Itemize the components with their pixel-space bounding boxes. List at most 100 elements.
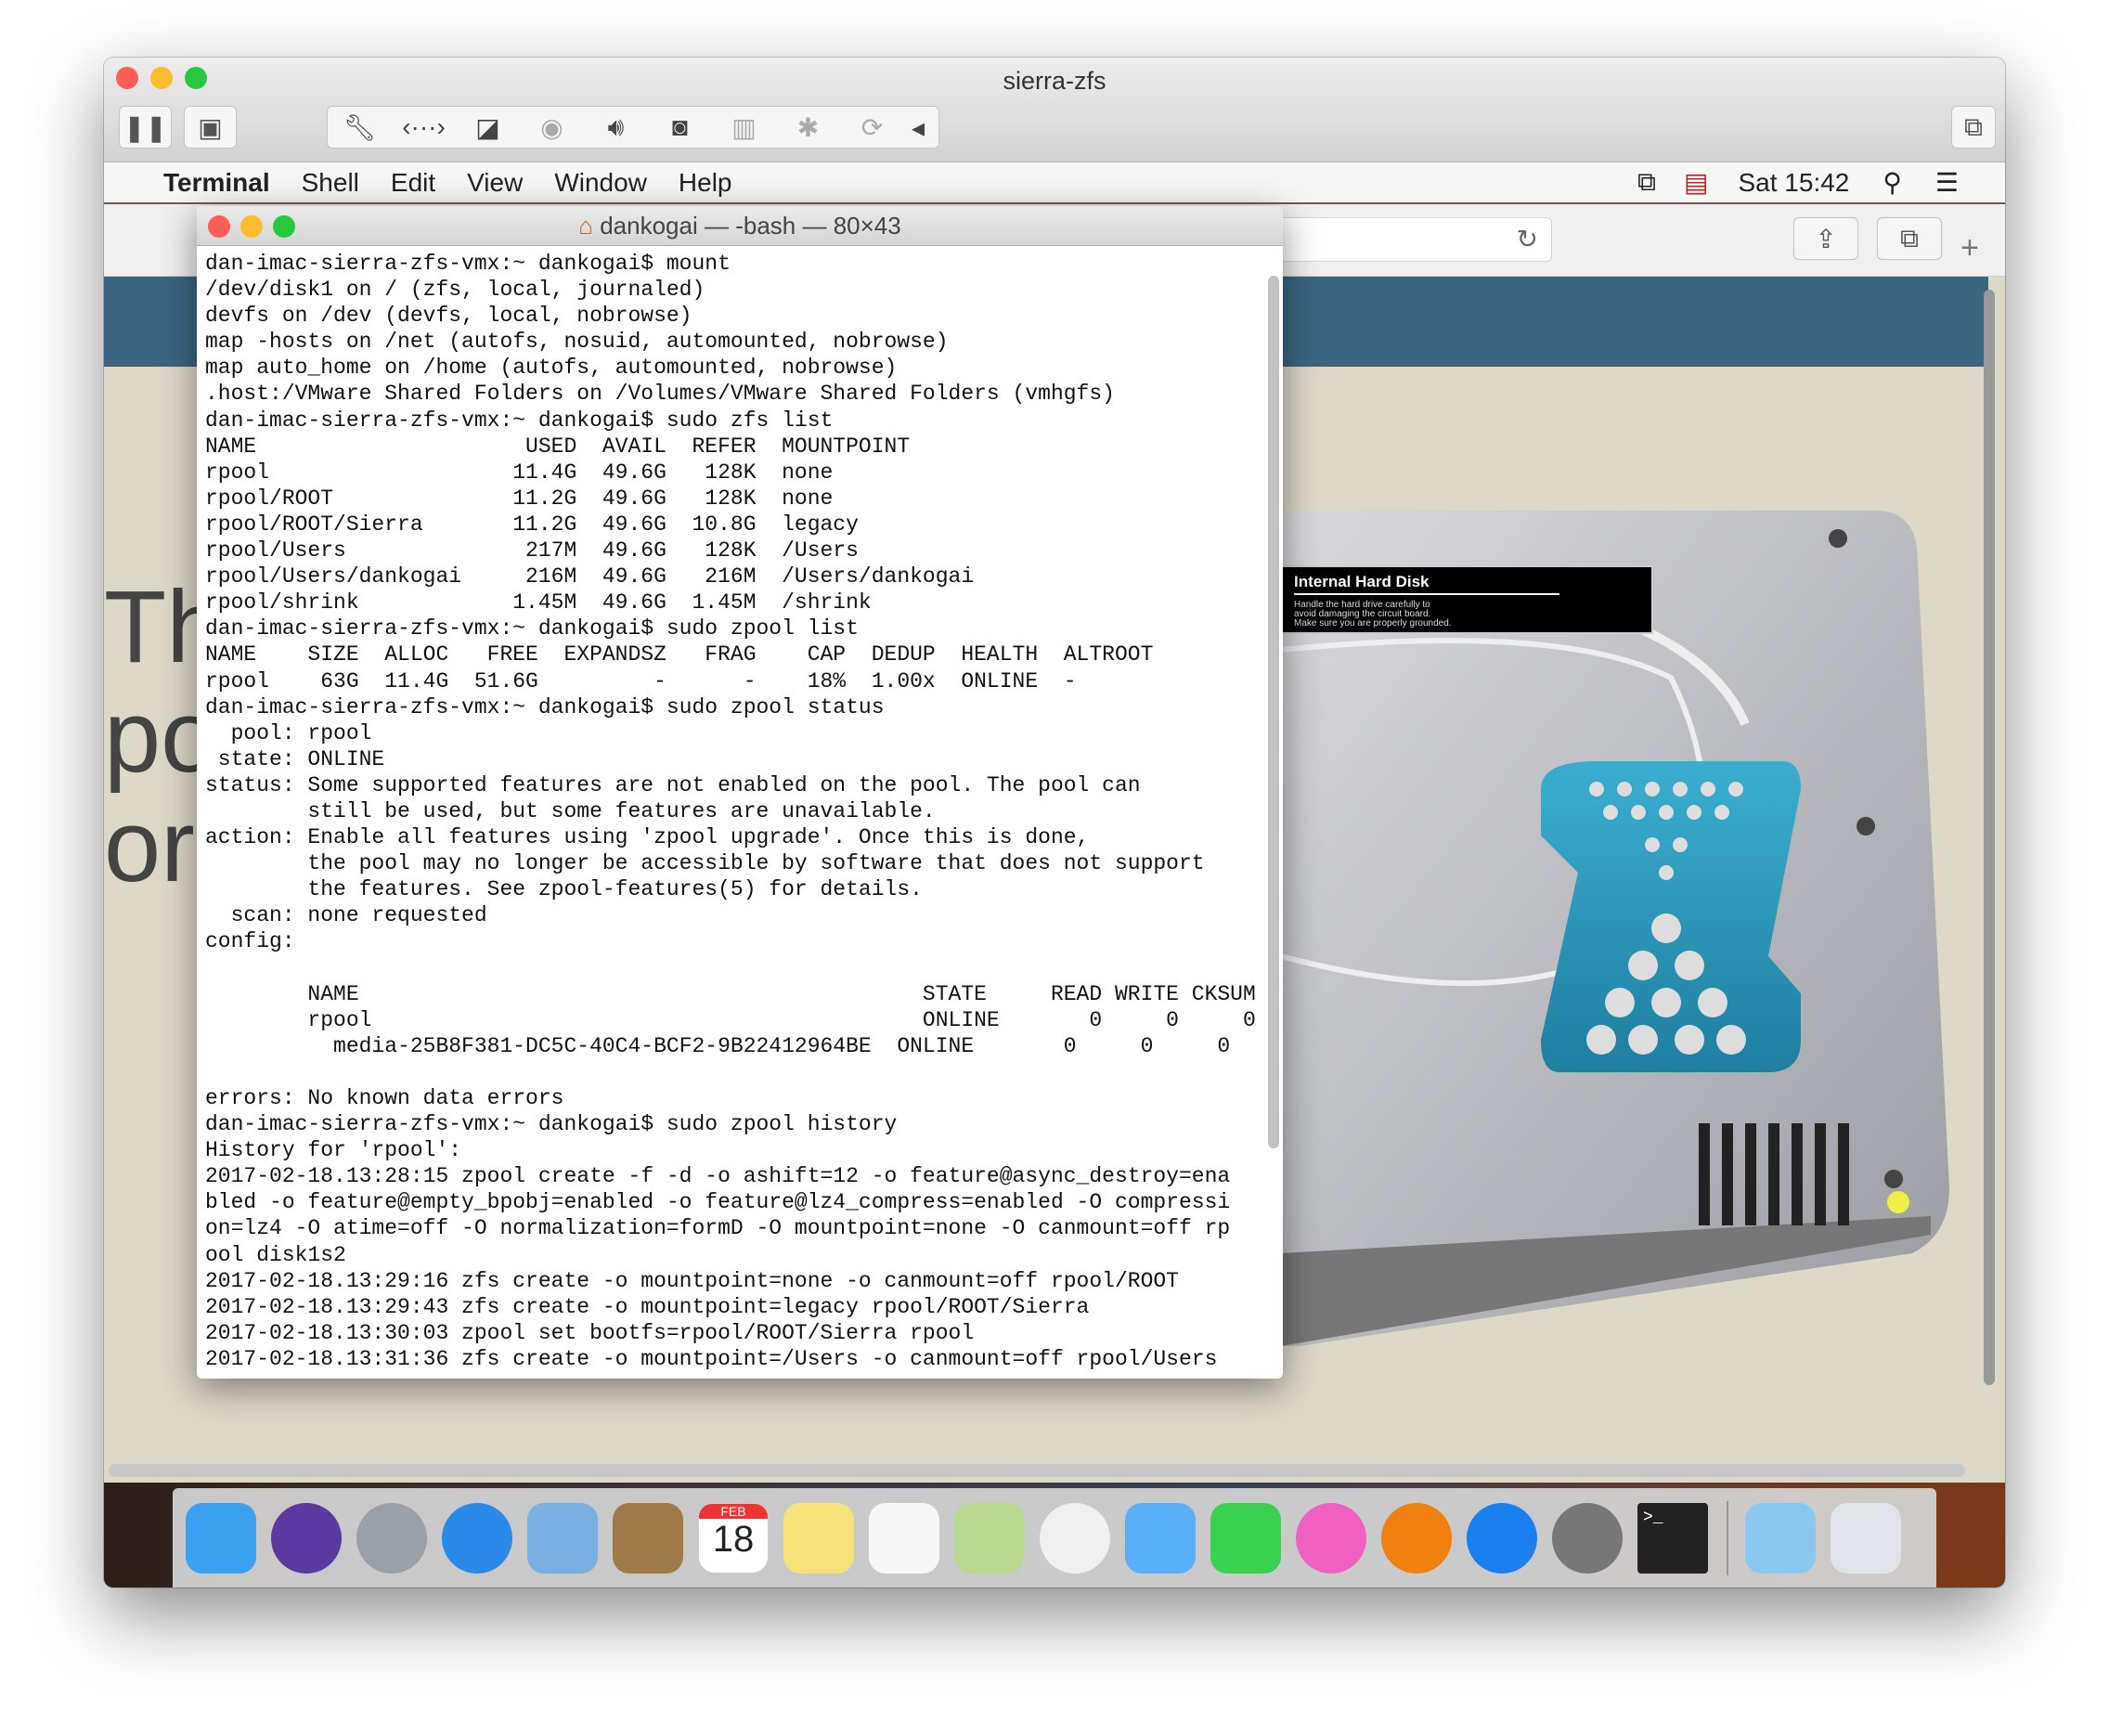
launchpad-dock-icon[interactable]	[356, 1502, 427, 1574]
terminal-line: History for 'rpool':	[205, 1138, 462, 1163]
terminal-line: NAME STATE READ WRITE CKSUM	[205, 981, 1256, 1006]
disk-label-line: Make sure you are properly grounded.	[1294, 618, 1452, 628]
terminal-close-button[interactable]	[208, 215, 230, 238]
terminal-line: state: ONLINE	[205, 746, 385, 771]
terminal-line: 2017-02-18.13:29:43 zfs create -o mountp…	[205, 1294, 1090, 1319]
terminal-line: errors: No known data errors	[205, 1086, 564, 1110]
hard-disk-illustration: Internal Hard Disk Handle the hard drive…	[1281, 511, 1949, 1346]
calendar-month: FEB	[699, 1503, 768, 1519]
terminal-line: rpool/Users/dankogai 216M 49.6G 216M /Us…	[205, 564, 975, 589]
terminal-line: 2017-02-18.13:31:36 zfs create -o mountp…	[205, 1346, 1218, 1371]
calendar-day: 18	[712, 1518, 755, 1560]
page-vertical-scrollbar[interactable]	[1984, 290, 1995, 1385]
camera-icon[interactable]: ◙	[648, 112, 712, 142]
home-icon: ⌂	[578, 212, 601, 240]
us-flag-icon[interactable]: ▤	[1684, 167, 1708, 198]
terminal-line: NAME SIZE ALLOC FREE EXPANDSZ FRAG CAP D…	[205, 642, 1154, 667]
terminal-line: 2017-02-18.13:29:16 zfs create -o mountp…	[205, 1268, 1179, 1293]
terminal-line: rpool/ROOT 11.2G 49.6G 128K none	[205, 486, 834, 511]
terminal-line: 2017-02-18.13:28:15 zpool create -f -d -…	[205, 1164, 1231, 1189]
messages-dock-icon[interactable]	[1125, 1502, 1196, 1574]
terminal-line: bled -o feature@empty_bpobj=enabled -o f…	[205, 1190, 1231, 1215]
system-preferences-dock-icon[interactable]	[1552, 1502, 1623, 1574]
safari-dock-icon[interactable]	[442, 1502, 512, 1574]
siri-dock-icon[interactable]	[271, 1502, 342, 1574]
chevron-left-icon[interactable]: ◂	[904, 112, 932, 143]
snapshot-icon[interactable]: ▣	[184, 106, 237, 149]
terminal-line: on=lz4 -O atime=off -O normalization=for…	[205, 1216, 1231, 1241]
terminal-title: dankogai — -bash — 80×43	[600, 212, 901, 240]
terminal-line: map auto_home on /home (autofs, automoun…	[205, 356, 898, 381]
downloads-dock-icon[interactable]	[1745, 1502, 1816, 1574]
menu-terminal[interactable]: Terminal	[163, 168, 270, 198]
bluetooth-icon[interactable]: ✱	[776, 112, 840, 143]
terminal-line: scan: none requested	[205, 903, 487, 928]
terminal-line: dan-imac-sierra-zfs-vmx:~ dankogai$ sudo…	[205, 616, 859, 641]
terminal-line: the features. See zpool-features(5) for …	[205, 877, 923, 902]
terminal-window: ⌂ dankogai — -bash — 80×43 dan-imac-sier…	[197, 206, 1283, 1379]
terminal-line: media-25B8F381-DC5C-40C4-BCF2-9B22412964…	[205, 1033, 1231, 1058]
terminal-line: rpool/ROOT/Sierra 11.2G 49.6G 10.8G lega…	[205, 512, 859, 537]
sound-icon[interactable]: 🔊︎	[584, 112, 648, 143]
terminal-dock-icon[interactable]: >_	[1637, 1502, 1708, 1574]
disk-label-title: Internal Hard Disk	[1294, 573, 1430, 590]
menu-view[interactable]: View	[467, 168, 523, 198]
terminal-line: .host:/VMware Shared Folders on /Volumes…	[205, 382, 1115, 407]
notes-dock-icon[interactable]	[783, 1502, 854, 1574]
terminal-line: rpool 63G 11.4G 51.6G - - 18% 1.00x ONLI…	[205, 668, 1077, 693]
calendar-dock-icon[interactable]: FEB 18	[698, 1502, 769, 1574]
page-horizontal-scrollbar[interactable]	[109, 1464, 1965, 1477]
pause-icon[interactable]: ❚❚	[119, 106, 172, 149]
new-tab-icon[interactable]: +	[1960, 230, 1979, 266]
itunes-dock-icon[interactable]	[1296, 1502, 1366, 1574]
terminal-line: dan-imac-sierra-zfs-vmx:~ dankogai$ sudo…	[205, 1112, 898, 1137]
ibooks-dock-icon[interactable]	[1381, 1502, 1452, 1574]
window-title: sierra-zfs	[1003, 67, 1106, 95]
terminal-line: dan-imac-sierra-zfs-vmx:~ dankogai$ sudo…	[205, 694, 885, 719]
clock[interactable]: Sat 15:42	[1739, 168, 1850, 198]
facetime-dock-icon[interactable]	[1210, 1502, 1281, 1574]
terminal-line: the pool may no longer be accessible by …	[205, 851, 1205, 876]
trash-dock-icon[interactable]	[1831, 1502, 1901, 1574]
terminal-line: pool: rpool	[205, 720, 372, 745]
usb-icon[interactable]: ▥	[712, 112, 776, 143]
menu-shell[interactable]: Shell	[302, 168, 359, 198]
app-store-dock-icon[interactable]	[1467, 1502, 1537, 1574]
reminders-dock-icon[interactable]	[869, 1502, 939, 1574]
notification-center-icon[interactable]: ☰	[1935, 167, 1959, 198]
finder-dock-icon[interactable]	[186, 1502, 256, 1574]
terminal-line: status: Some supported features are not …	[205, 772, 1141, 797]
terminal-line: rpool/shrink 1.45M 49.6G 1.45M /shrink	[205, 590, 872, 615]
photos-dock-icon[interactable]	[1040, 1502, 1110, 1574]
menu-help[interactable]: Help	[679, 168, 732, 198]
terminal-line: rpool ONLINE 0 0 0	[205, 1007, 1256, 1032]
terminal-line: dan-imac-sierra-zfs-vmx:~ dankogai$ moun…	[205, 252, 731, 276]
terminal-zoom-button[interactable]	[273, 215, 295, 238]
displays-icon[interactable]: ⧉	[1637, 167, 1656, 198]
spotlight-search-icon[interactable]: ⚲	[1883, 167, 1902, 198]
fullscreen-icon[interactable]: ⧉	[1951, 106, 1996, 149]
menu-window[interactable]: Window	[554, 168, 647, 198]
terminal-line: NAME USED AVAIL REFER MOUNTPOINT	[205, 434, 911, 459]
vmware-window: sierra-zfs ❚❚ ▣ 🔧︎ ‹···› ◪ ◉ 🔊︎ ◙ ▥ ✱ ⟳ …	[104, 58, 2005, 1587]
contacts-dock-icon[interactable]	[613, 1502, 683, 1574]
terminal-scrollbar[interactable]	[1268, 276, 1279, 1148]
terminal-line: ool disk1s2	[205, 1242, 346, 1267]
wrench-icon[interactable]: 🔧︎	[328, 112, 392, 143]
terminal-minimize-button[interactable]	[240, 215, 263, 238]
cd-icon[interactable]: ◉	[520, 112, 584, 143]
hard-disk-icon[interactable]: ◪	[456, 112, 520, 143]
tabs-icon[interactable]: ⧉	[1877, 217, 1942, 260]
mail-dock-icon[interactable]	[527, 1502, 598, 1574]
maps-dock-icon[interactable]	[954, 1502, 1025, 1574]
reload-icon[interactable]: ↻	[1517, 224, 1538, 254]
terminal-output[interactable]: dan-imac-sierra-zfs-vmx:~ dankogai$ moun…	[197, 246, 1283, 1379]
sync-icon[interactable]: ⟳	[840, 112, 904, 143]
share-icon[interactable]: ⇪	[1793, 217, 1858, 260]
network-icon[interactable]: ‹···›	[392, 112, 456, 142]
terminal-line: dan-imac-sierra-zfs-vmx:~ dankogai$ sudo…	[205, 408, 834, 433]
terminal-line: map -hosts on /net (autofs, nosuid, auto…	[205, 330, 949, 355]
menu-edit[interactable]: Edit	[391, 168, 435, 198]
